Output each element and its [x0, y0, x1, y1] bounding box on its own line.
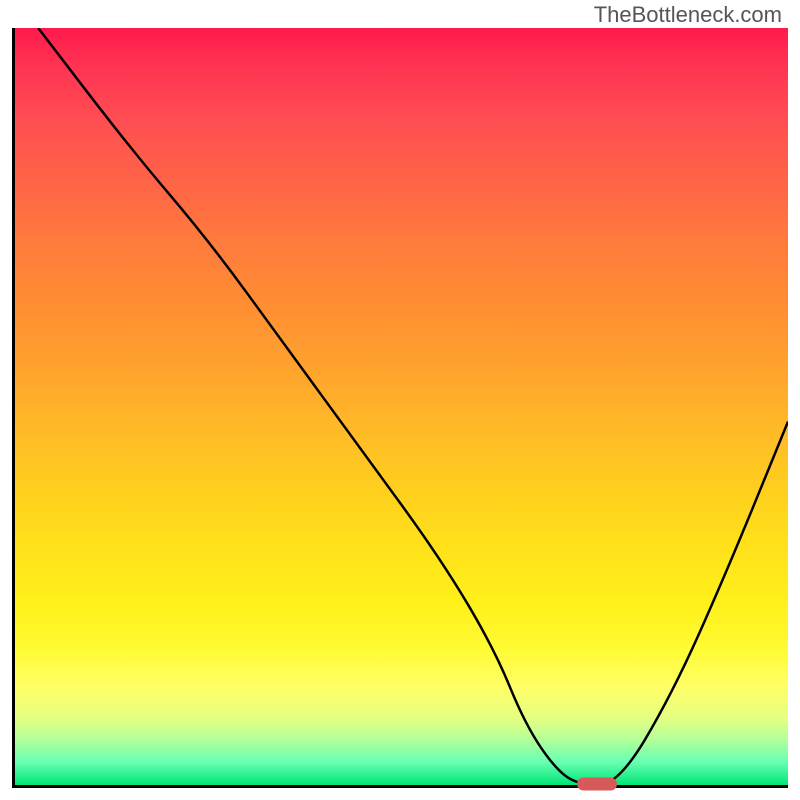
curve-svg: [15, 28, 788, 785]
optimum-marker: [577, 778, 617, 791]
chart-area: [12, 28, 788, 788]
bottleneck-curve-path: [38, 28, 788, 785]
watermark-text: TheBottleneck.com: [594, 2, 782, 28]
